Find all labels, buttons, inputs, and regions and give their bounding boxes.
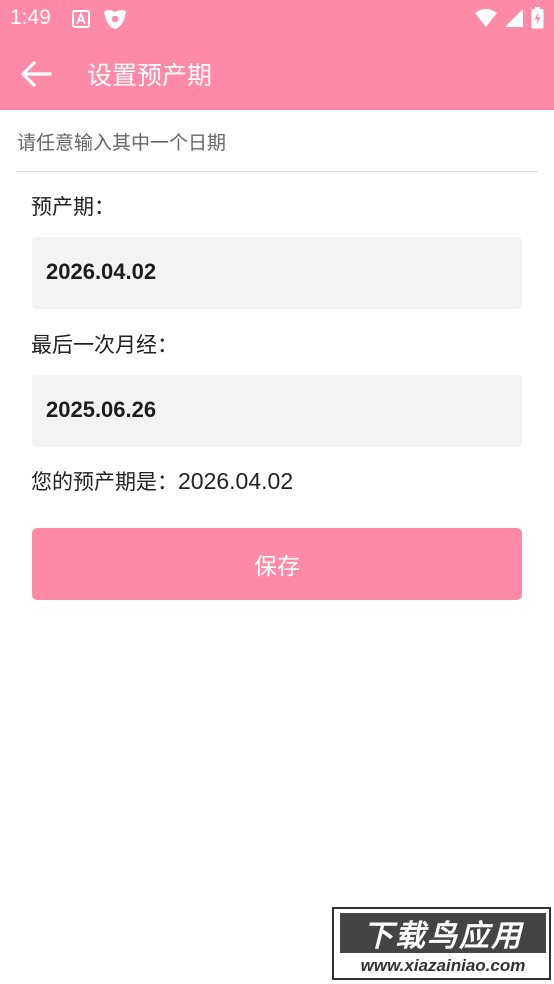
due-date-result: 您的预产期是：2026.04.02 (31, 466, 293, 496)
watermark: 下载鸟应用 www.xiazainiao.com (332, 907, 551, 980)
last-period-label: 最后一次月经： (31, 333, 178, 357)
last-period-value: 2025.06.26 (46, 397, 157, 422)
form-hint: 请任意输入其中一个日期 (17, 132, 227, 154)
wifi-icon (475, 9, 497, 27)
status-time: 1:49 (10, 6, 51, 29)
status-system-icons (475, 7, 544, 29)
status-notification-icons (72, 8, 128, 30)
watermark-en: www.xiazainiao.com (360, 956, 526, 975)
result-value: 2026.04.02 (178, 468, 294, 494)
due-date-label: 预产期： (31, 195, 115, 219)
arrow-left-icon (20, 61, 52, 87)
result-prefix: 您的预产期是： (31, 470, 178, 494)
divider (16, 171, 538, 172)
save-button[interactable]: 保存 (32, 528, 522, 600)
battery-charging-icon (531, 7, 544, 29)
signal-icon (505, 9, 523, 27)
due-date-value: 2026.04.02 (46, 259, 157, 284)
font-a-icon (72, 10, 90, 28)
page-title: 设置预产期 (87, 61, 213, 90)
app-bar: 设置预产期 (0, 38, 554, 110)
watermark-cn: 下载鸟应用 (340, 913, 546, 954)
last-period-field[interactable]: 2025.06.26 (32, 375, 522, 447)
due-date-field[interactable]: 2026.04.02 (32, 237, 522, 309)
shield-app-icon (104, 10, 126, 29)
back-button[interactable] (14, 52, 58, 96)
status-bar: 1:49 (0, 0, 554, 38)
